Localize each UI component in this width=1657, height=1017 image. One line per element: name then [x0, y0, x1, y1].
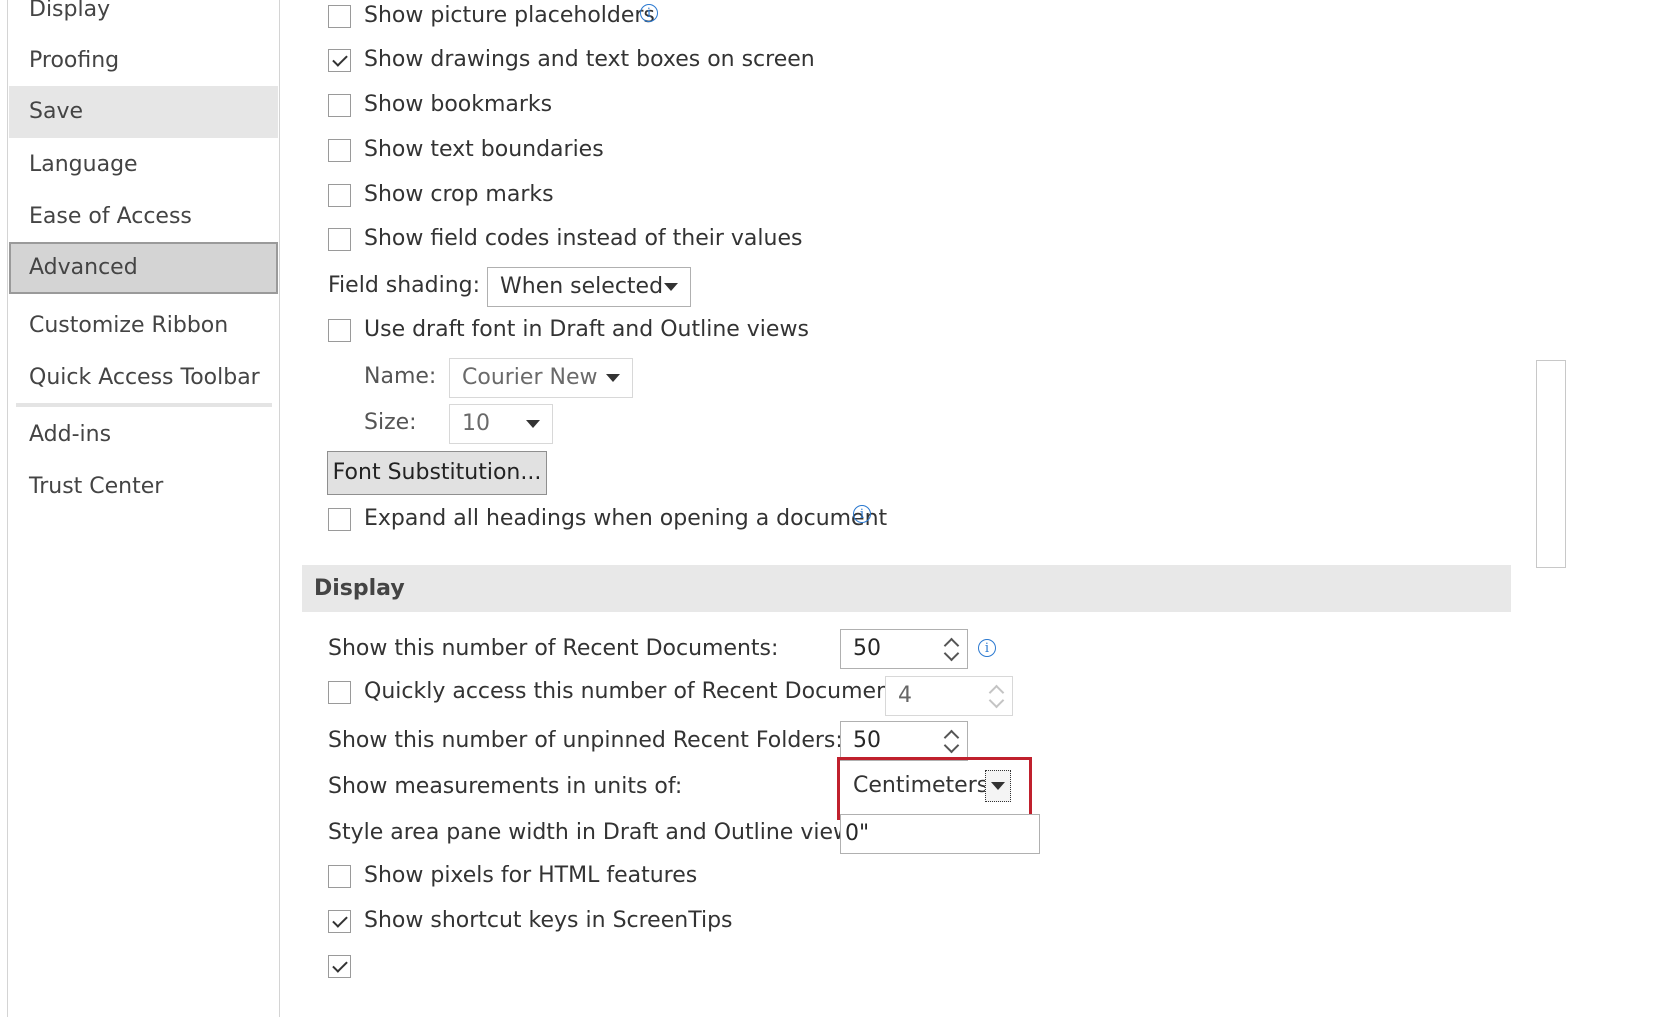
options-content: Show picture placeholders i Show drawing…: [280, 0, 1640, 1017]
measurements-value: Centimeters: [853, 773, 989, 798]
draft-font-checkbox[interactable]: [328, 319, 351, 342]
sidebar-border: [7, 0, 8, 1017]
pixels-html-checkbox[interactable]: [328, 865, 351, 888]
font-name-dropdown[interactable]: Courier New: [449, 358, 633, 398]
sidebar-divider: [16, 403, 272, 407]
style-area-input[interactable]: 0": [840, 814, 1040, 854]
field-shading-value: When selected: [500, 274, 664, 299]
display-section-header: Display: [302, 565, 1511, 612]
recent-folders-label: Show this number of unpinned Recent Fold…: [328, 728, 843, 753]
sidebar-item-customize-ribbon[interactable]: Customize Ribbon: [9, 300, 278, 352]
chevron-down-icon: [526, 420, 540, 428]
field-codes-checkbox[interactable]: [328, 228, 351, 251]
font-size-label: Size:: [364, 410, 417, 435]
scrollbar-thumb[interactable]: [1536, 360, 1566, 568]
sidebar-item-quick-access-toolbar[interactable]: Quick Access Toolbar: [9, 352, 278, 404]
measurements-label: Show measurements in units of:: [328, 774, 683, 799]
drawings-text-boxes-label: Show drawings and text boxes on screen: [364, 47, 815, 72]
crop-marks-checkbox[interactable]: [328, 184, 351, 207]
draft-font-label: Use draft font in Draft and Outline view…: [364, 317, 809, 342]
font-name-value: Courier New: [462, 365, 598, 390]
recent-folders-value: 50: [853, 728, 881, 753]
text-boundaries-checkbox[interactable]: [328, 139, 351, 162]
picture-placeholders-label: Show picture placeholders: [364, 3, 655, 28]
sidebar-item-save[interactable]: Save: [9, 86, 278, 138]
info-icon: i: [853, 505, 871, 523]
expand-headings-label: Expand all headings when opening a docum…: [364, 506, 888, 531]
font-name-label: Name:: [364, 364, 437, 389]
recent-folders-spinner[interactable]: 50: [840, 721, 968, 761]
sidebar-item-display[interactable]: Display: [9, 0, 278, 36]
bookmarks-checkbox[interactable]: [328, 94, 351, 117]
font-size-value: 10: [462, 411, 490, 436]
field-codes-label: Show field codes instead of their values: [364, 226, 803, 251]
quick-access-label: Quickly access this number of Recent Doc…: [364, 679, 918, 704]
recent-documents-value: 50: [853, 636, 881, 661]
recent-documents-spinner[interactable]: 50: [840, 629, 968, 669]
field-shading-dropdown[interactable]: When selected: [487, 267, 691, 307]
shortcut-keys-checkbox[interactable]: [328, 910, 351, 933]
sidebar-item-add-ins[interactable]: Add-ins: [9, 409, 278, 461]
font-size-dropdown[interactable]: 10: [449, 404, 553, 444]
chevron-down-icon: [664, 283, 678, 291]
quick-access-checkbox[interactable]: [328, 681, 351, 704]
sidebar-item-advanced[interactable]: Advanced: [9, 242, 278, 294]
drawings-text-boxes-checkbox[interactable]: [328, 49, 351, 72]
quick-access-value: 4: [898, 683, 912, 708]
options-sidebar: Display Proofing Save Language Ease of A…: [0, 0, 280, 1017]
sidebar-item-language[interactable]: Language: [9, 139, 278, 191]
bookmarks-label: Show bookmarks: [364, 92, 553, 117]
chevron-down-icon: [991, 782, 1005, 790]
font-substitution-button[interactable]: Font Substitution...: [327, 451, 547, 495]
shortcut-keys-label: Show shortcut keys in ScreenTips: [364, 908, 733, 933]
pixels-html-label: Show pixels for HTML features: [364, 863, 698, 888]
sidebar-item-ease-of-access[interactable]: Ease of Access: [9, 191, 278, 243]
picture-placeholders-checkbox[interactable]: [328, 5, 351, 28]
sidebar-item-proofing[interactable]: Proofing: [9, 35, 278, 87]
sidebar-item-trust-center[interactable]: Trust Center: [9, 461, 278, 513]
chevron-down-icon: [606, 374, 620, 382]
text-boundaries-label: Show text boundaries: [364, 137, 604, 162]
next-option-checkbox[interactable]: [328, 955, 351, 978]
quick-access-spinner[interactable]: 4: [885, 676, 1013, 716]
style-area-label: Style area pane width in Draft and Outli…: [328, 820, 870, 845]
crop-marks-label: Show crop marks: [364, 182, 554, 207]
recent-documents-label: Show this number of Recent Documents:: [328, 636, 779, 661]
info-icon: i: [978, 639, 996, 657]
field-shading-label: Field shading:: [328, 273, 481, 298]
info-icon: i: [640, 4, 658, 22]
measurements-dropdown[interactable]: Centimeters: [842, 766, 1018, 806]
expand-headings-checkbox[interactable]: [328, 508, 351, 531]
